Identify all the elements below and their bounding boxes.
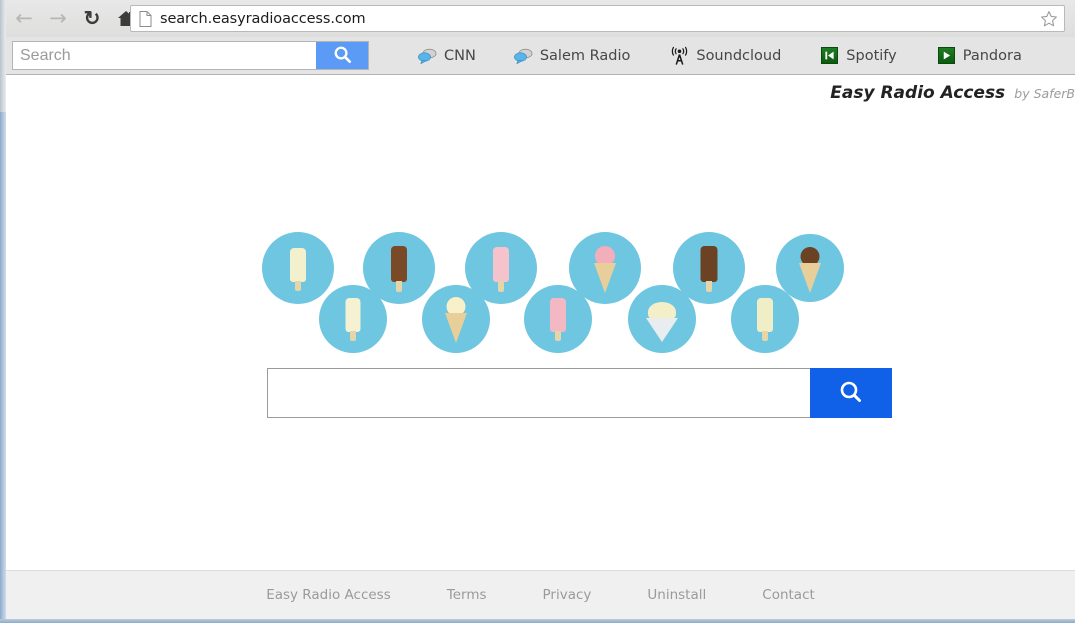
- bubble-popsicle-pink: [524, 285, 592, 353]
- speech-bubbles-icon: [418, 46, 437, 65]
- window-left-border-top: [0, 0, 6, 112]
- search-icon: [333, 45, 352, 67]
- main-search-group: [267, 368, 892, 418]
- bookmark-label: Salem Radio: [539, 47, 631, 64]
- reload-button[interactable]: ↻: [78, 5, 106, 33]
- bookmark-label: CNN: [444, 47, 476, 64]
- toolbar-search-input[interactable]: [13, 42, 316, 69]
- page-document-icon: [139, 10, 152, 27]
- bookmark-cnn[interactable]: CNN: [411, 43, 483, 69]
- brand-name: Easy Radio Access: [830, 83, 1006, 103]
- cone-vanilla-icon: [422, 285, 490, 353]
- bubble-cone-vanilla: [422, 285, 490, 353]
- address-bar[interactable]: search.easyradioaccess.com: [130, 5, 1065, 32]
- window-bottom-border: [0, 619, 1075, 623]
- bookmark-pandora[interactable]: Pandora: [930, 43, 1029, 69]
- page-footer: Easy Radio Access Terms Privacy Uninstal…: [6, 570, 1075, 619]
- page-content: Easy Radio Access by SaferB Easy Radio A…: [6, 75, 1075, 623]
- footer-link-privacy[interactable]: Privacy: [543, 587, 592, 603]
- forward-button[interactable]: →: [44, 5, 72, 33]
- search-icon: [838, 379, 864, 408]
- footer-link-terms[interactable]: Terms: [447, 587, 487, 603]
- arrow-left-icon: ←: [15, 6, 33, 30]
- popsicle-lemon-icon: [731, 285, 799, 353]
- speech-bubbles-icon: [513, 46, 533, 65]
- bubble-popsicle-vanilla-ridged: [319, 285, 387, 353]
- footer-link-home[interactable]: Easy Radio Access: [266, 587, 391, 603]
- main-search-button[interactable]: [810, 368, 892, 418]
- popsicle-pink-icon: [524, 285, 592, 353]
- cup-vanilla-icon: [628, 285, 696, 353]
- previous-track-icon: [820, 46, 839, 65]
- browser-chrome: ← → ↻ search.easyradioaccess.com Search …: [0, 0, 1075, 75]
- url-text: search.easyradioaccess.com: [160, 10, 366, 27]
- reload-icon: ↻: [83, 8, 101, 30]
- toolbar-search-group: [12, 41, 369, 70]
- bubble-popsicle-lemon: [731, 285, 799, 353]
- footer-link-contact[interactable]: Contact: [762, 587, 815, 603]
- navigation-bar: ← → ↻ search.easyradioaccess.com: [0, 0, 1075, 37]
- bookmark-label: Soundcloud: [696, 47, 782, 64]
- main-search-input[interactable]: [267, 368, 810, 418]
- toolbar-search-button[interactable]: [316, 42, 368, 69]
- bubble-cup-vanilla: [628, 285, 696, 353]
- footer-link-uninstall[interactable]: Uninstall: [647, 587, 706, 603]
- play-icon: [937, 46, 956, 65]
- bookmark-label: Pandora: [962, 47, 1022, 64]
- bookmark-salem-radio[interactable]: Salem Radio: [507, 43, 638, 69]
- arrow-right-icon: →: [49, 6, 67, 30]
- brand-watermark: Easy Radio Access by SaferB: [830, 83, 1075, 103]
- radio-tower-icon: [670, 46, 689, 65]
- bookmark-label: Spotify: [846, 47, 897, 64]
- back-button[interactable]: ←: [10, 5, 38, 33]
- brand-byline: by SaferB: [1014, 86, 1075, 101]
- star-bookmark-icon[interactable]: [1038, 8, 1060, 30]
- bookmark-soundcloud[interactable]: Soundcloud: [663, 43, 788, 69]
- bookmark-spotify[interactable]: Spotify: [813, 43, 903, 69]
- popsicle-vanilla-ridged-icon: [319, 285, 387, 353]
- ice-cream-icon-cluster: [262, 232, 862, 372]
- extension-toolbar: CNN Salem Radio: [0, 37, 1075, 74]
